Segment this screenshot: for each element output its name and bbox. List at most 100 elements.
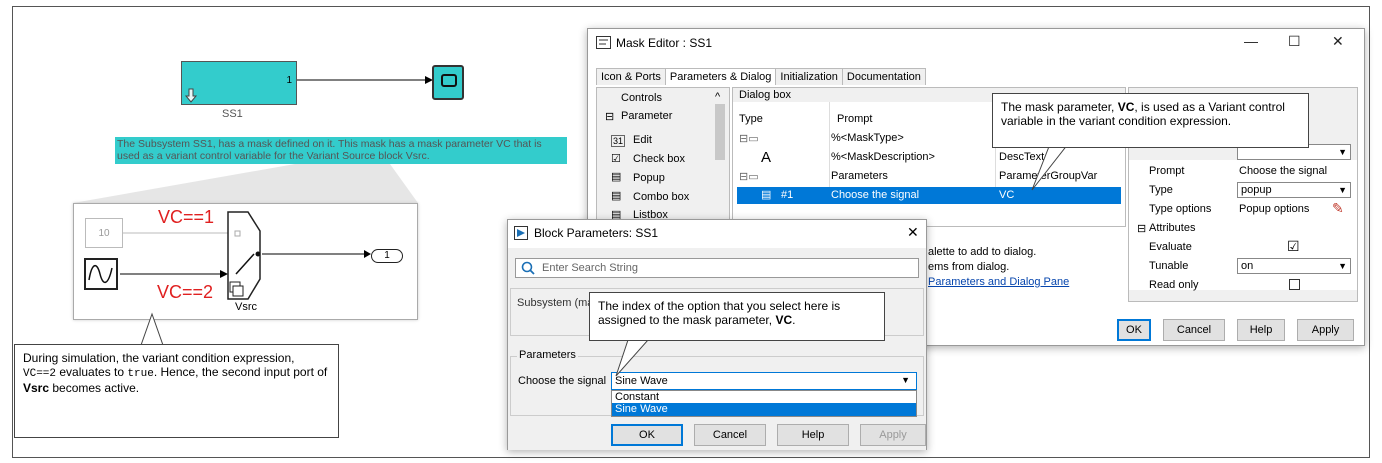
callout-pointer xyxy=(1031,144,1069,191)
chevron-down-icon: ▼ xyxy=(1338,185,1347,195)
close-button[interactable]: ✕ xyxy=(907,224,919,241)
attr-label-evaluate: Evaluate xyxy=(1149,241,1192,253)
ok-button[interactable]: OK xyxy=(1117,319,1151,341)
controls-header: Controls xyxy=(621,92,662,104)
row-prompt[interactable]: Parameters xyxy=(831,170,888,182)
hint-text-2: ems from dialog. xyxy=(928,261,1010,273)
readonly-checkbox[interactable] xyxy=(1289,279,1300,290)
callout-bold: VC xyxy=(775,313,793,327)
callout-text: . xyxy=(792,313,796,327)
vsrc-label: Vsrc xyxy=(235,301,257,313)
callout-text: . Hence, the second input port of xyxy=(153,365,328,379)
option-constant[interactable]: Constant xyxy=(612,391,916,403)
palette-scrollbar[interactable] xyxy=(715,104,725,160)
control-checkbox[interactable]: Check box xyxy=(633,153,685,165)
maximize-button[interactable]: ☐ xyxy=(1288,33,1301,50)
prop-label-type-options: Type options xyxy=(1149,203,1212,215)
callout-text: The mask parameter, xyxy=(1001,100,1118,114)
mask-editor-tabs: Icon & Ports Parameters & Dialog Initializ… xyxy=(596,68,926,88)
combobox-icon: ▤ xyxy=(611,190,622,202)
ok-button[interactable]: OK xyxy=(611,424,683,446)
window-title: Mask Editor : SS1 xyxy=(616,36,713,50)
popup-icon: ▤ xyxy=(611,171,622,183)
callout-text: During simulation, the variant condition… xyxy=(23,351,295,365)
tree-toggle-icon[interactable]: ⊟▭ xyxy=(739,170,759,183)
popup-row-icon: ▤ xyxy=(761,189,772,201)
tab-icon-ports[interactable]: Icon & Ports xyxy=(596,68,666,85)
callout-bold: Vsrc xyxy=(23,381,50,395)
help-button[interactable]: Help xyxy=(777,424,849,446)
mask-editor-titlebar: Mask Editor : SS1 — ☐ ✕ xyxy=(588,29,1364,57)
prop-value-type-options[interactable]: Popup options xyxy=(1239,203,1309,215)
collapse-icon[interactable]: ⊟ xyxy=(605,110,614,123)
option-sine-wave[interactable]: Sine Wave xyxy=(612,403,916,416)
checkbox-icon: ☑ xyxy=(611,153,621,165)
tab-documentation[interactable]: Documentation xyxy=(841,68,926,85)
variant-condition-2: VC==2 xyxy=(157,282,214,302)
sine-wave-icon xyxy=(88,265,113,283)
type-dropdown[interactable]: popup ▼ xyxy=(1237,182,1351,198)
control-parameter[interactable]: Parameter xyxy=(621,110,672,122)
chevron-down-icon: ▼ xyxy=(901,375,910,385)
search-input[interactable]: Enter Search String xyxy=(515,258,919,278)
chevron-down-icon: ▼ xyxy=(1338,261,1347,271)
pencil-icon[interactable]: ✎ xyxy=(1332,200,1344,217)
close-button[interactable]: ✕ xyxy=(1332,33,1344,50)
tunable-dropdown[interactable]: on ▼ xyxy=(1237,258,1351,274)
choose-signal-label: Choose the signal xyxy=(518,375,607,387)
attributes-header: Attributes xyxy=(1149,222,1196,234)
tree-toggle-icon[interactable]: ⊟▭ xyxy=(739,132,759,145)
apply-button[interactable]: Apply xyxy=(860,424,926,446)
attr-label-readonly: Read only xyxy=(1149,279,1199,291)
mask-editor-icon xyxy=(596,36,611,49)
attr-label-tunable: Tunable xyxy=(1149,260,1189,272)
apply-button[interactable]: Apply xyxy=(1297,319,1354,341)
cancel-button[interactable]: Cancel xyxy=(1163,319,1225,341)
dialog-box-header: Dialog box xyxy=(739,89,791,101)
variant-condition-1: VC==1 xyxy=(158,207,215,227)
column-prompt: Prompt xyxy=(837,113,873,125)
search-icon xyxy=(521,261,535,275)
row-prompt[interactable]: Choose the signal xyxy=(831,189,919,201)
outport-block[interactable]: 1 xyxy=(371,249,403,263)
control-popup[interactable]: Popup xyxy=(633,172,665,184)
prop-value-prompt[interactable]: Choose the signal xyxy=(1239,165,1327,177)
index-callout: The index of the option that you select … xyxy=(589,292,885,341)
help-button[interactable]: Help xyxy=(1237,319,1285,341)
prop-label-prompt: Prompt xyxy=(1149,165,1185,177)
row-prompt[interactable]: %<MaskDescription> xyxy=(831,151,935,163)
callout-bold: VC xyxy=(1117,100,1135,114)
row-name[interactable]: VC xyxy=(999,189,1014,201)
column-type: Type xyxy=(739,113,763,125)
controls-palette: Controls ^ ⊟ Parameter 31 Edit ☑ Check b… xyxy=(596,87,730,227)
tab-parameters-dialog[interactable]: Parameters & Dialog xyxy=(664,68,777,85)
help-link[interactable]: Parameters and Dialog Pane xyxy=(928,276,1069,288)
tab-initialization[interactable]: Initialization xyxy=(775,68,843,85)
variant-source-block[interactable] xyxy=(218,211,270,301)
scroll-up-icon[interactable]: ^ xyxy=(715,91,720,103)
hint-text-1: alette to add to dialog. xyxy=(928,246,1037,258)
control-combobox[interactable]: Combo box xyxy=(633,191,689,203)
evaluate-checkbox[interactable]: ☑ xyxy=(1287,238,1300,255)
control-edit[interactable]: Edit xyxy=(633,134,652,146)
text-type-icon: A xyxy=(761,149,772,166)
signal-options-list: Constant Sine Wave xyxy=(611,390,917,417)
callout-code: VC==2 xyxy=(23,368,57,380)
prop-label-type: Type xyxy=(1149,184,1173,196)
subsystem-label: Subsystem (ma xyxy=(517,297,594,309)
edit-icon: 31 xyxy=(611,135,626,147)
dialog-title: Block Parameters: SS1 xyxy=(534,226,659,240)
type-value: popup xyxy=(1241,184,1272,196)
sine-wave-block[interactable] xyxy=(84,258,118,290)
cancel-button[interactable]: Cancel xyxy=(694,424,766,446)
constant-block[interactable]: 10 xyxy=(85,218,123,248)
collapse-icon[interactable]: ⊟ xyxy=(1137,222,1146,235)
mask-parameter-callout: The mask parameter, VC, is used as a Var… xyxy=(992,93,1309,148)
callout-text: becomes active. xyxy=(49,381,140,395)
callout-text: The index of the option that you select … xyxy=(598,299,841,327)
minimize-button[interactable]: — xyxy=(1244,33,1258,49)
simulation-callout: During simulation, the variant condition… xyxy=(14,344,339,438)
row-prompt[interactable]: %<MaskType> xyxy=(831,132,904,144)
tunable-value: on xyxy=(1241,260,1254,272)
search-placeholder: Enter Search String xyxy=(542,262,638,274)
